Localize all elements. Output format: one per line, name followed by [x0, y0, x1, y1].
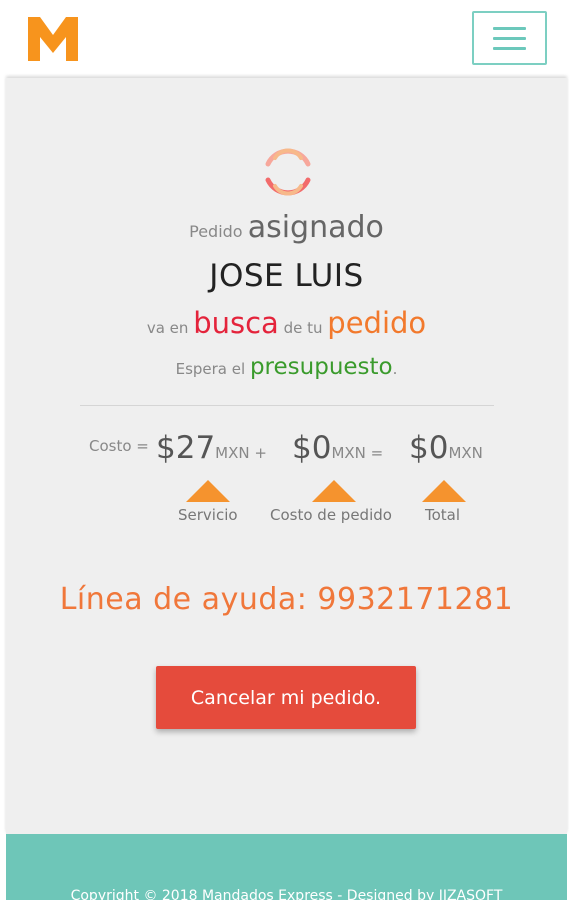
total-cost: $0MXN [409, 430, 483, 466]
m-logo-icon [28, 17, 78, 61]
cancel-order-button[interactable]: Cancelar mi pedido. [156, 666, 416, 729]
hamburger-icon-bar [493, 36, 526, 40]
driver-name: JOSE LUIS [209, 258, 364, 294]
total-currency: MXN [448, 444, 483, 462]
service-caption: Servicio [178, 506, 238, 524]
hamburger-icon-bar [493, 46, 526, 50]
pedido-label: Pedido [189, 222, 243, 241]
search-status-line: va en busca de tu pedido [6, 306, 567, 340]
service-pointer-icon [186, 480, 230, 502]
pedido-text: pedido [327, 306, 427, 340]
service-currency: MXN + [215, 444, 267, 462]
assigned-word: asignado [247, 210, 384, 245]
period-text: . [392, 360, 398, 378]
order-pointer-icon [312, 480, 356, 502]
brand-logo[interactable] [28, 17, 78, 61]
total-pointer-icon [422, 480, 466, 502]
footer: Copyright © 2018 Mandados Express - Desi… [6, 834, 567, 900]
order-caption: Costo de pedido [270, 506, 392, 524]
budget-wait-line: Espera el presupuesto. [6, 354, 567, 380]
service-cost: $27MXN + [156, 430, 267, 466]
loading-spinner-icon [265, 148, 311, 196]
presupuesto-text: presupuesto [249, 354, 393, 380]
espera-text: Espera el [175, 360, 246, 378]
divider [80, 405, 494, 406]
de-tu-text: de tu [283, 319, 323, 337]
footer-copyright: Copyright © 2018 Mandados Express - Desi… [70, 888, 503, 900]
order-status-line: Pedido asignado [6, 210, 567, 245]
order-currency: MXN = [331, 444, 384, 462]
busca-text: busca [193, 306, 279, 340]
order-cost: $0MXN = [292, 430, 383, 466]
cost-label-group: Costo = [89, 436, 149, 455]
menu-toggle-button[interactable] [472, 11, 547, 65]
order-amount: $0 [292, 430, 332, 466]
hamburger-icon-bar [493, 26, 526, 30]
order-status-panel: Pedido asignado JOSE LUIS va en busca de… [6, 78, 567, 834]
helpline-text[interactable]: Línea de ayuda: 9932171281 [6, 582, 567, 617]
cost-label: Costo = [89, 437, 149, 455]
service-amount: $27 [156, 430, 216, 466]
top-navbar [0, 0, 571, 80]
total-amount: $0 [409, 430, 449, 466]
va-en-text: va en [146, 319, 189, 337]
total-caption: Total [425, 506, 461, 524]
